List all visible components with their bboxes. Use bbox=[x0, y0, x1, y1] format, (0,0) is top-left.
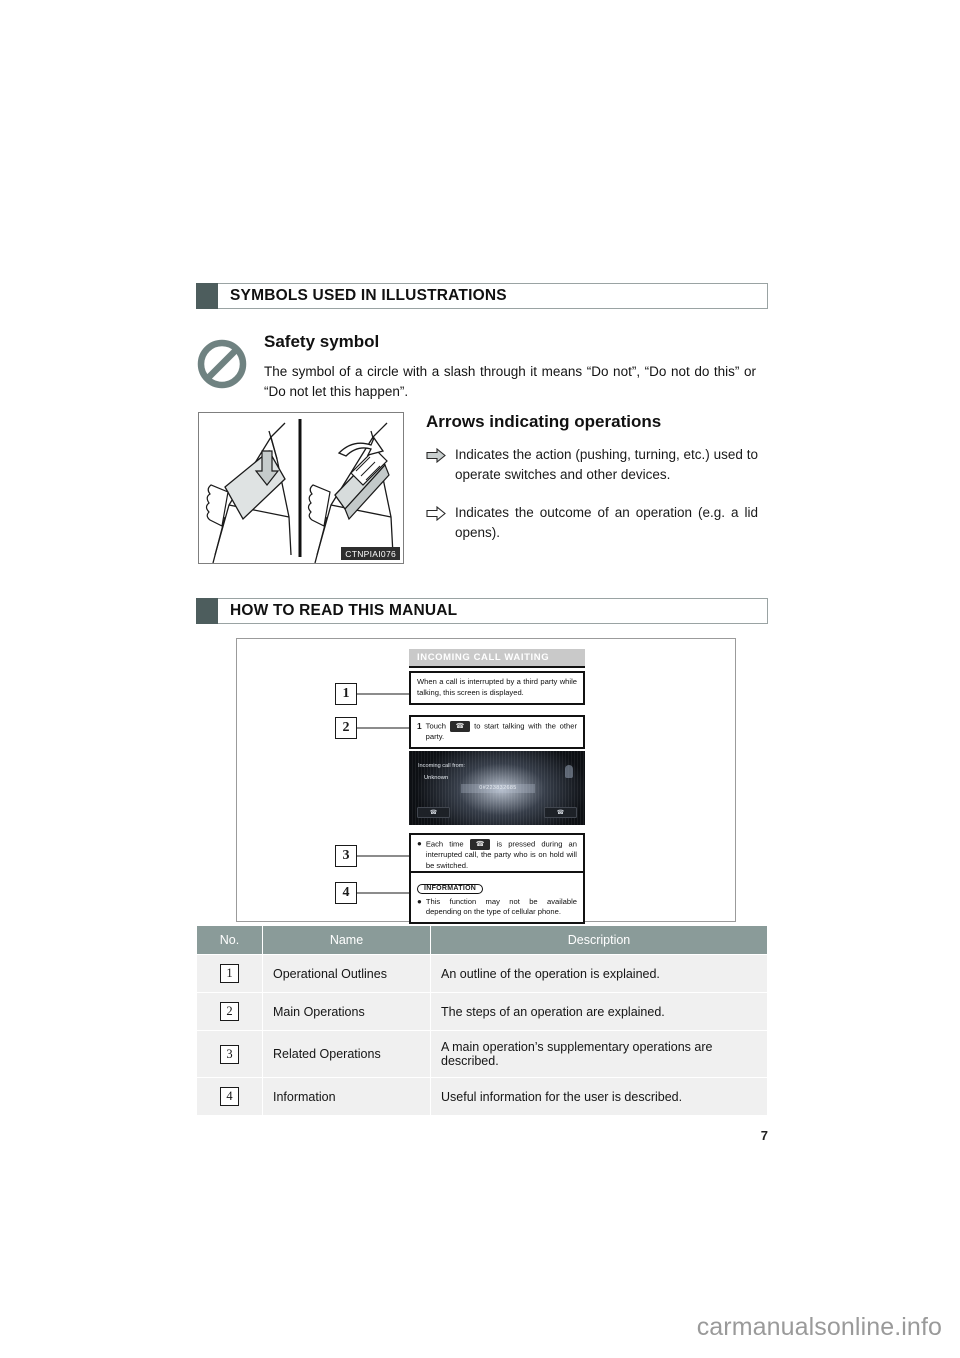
table-header-row: No. Name Description bbox=[196, 925, 768, 955]
diagram-screen-title: INCOMING CALL WAITING bbox=[409, 649, 585, 668]
row-name-cell: Operational Outlines bbox=[262, 954, 431, 993]
section-header-howto: HOW TO READ THIS MANUAL bbox=[196, 598, 768, 624]
section-tab-marker bbox=[196, 598, 218, 624]
arrow-action-text: Indicates the action (pushing, turning, … bbox=[455, 447, 758, 482]
page-number: 7 bbox=[760, 1128, 768, 1143]
row-no-cell: 2 bbox=[196, 992, 263, 1031]
incoming-call-label: Incoming call from: bbox=[418, 763, 465, 769]
row-description-cell: A main operation’s supplementary operati… bbox=[430, 1030, 768, 1078]
related-text-before: Each time bbox=[425, 839, 464, 849]
phone-answer-button-inline[interactable]: ☎ bbox=[449, 721, 471, 733]
table-row: 2 Main Operations The steps of an operat… bbox=[196, 992, 768, 1031]
row-no-cell: 3 bbox=[196, 1030, 263, 1078]
diagram-outline-panel: When a call is interrupted by a third pa… bbox=[409, 671, 585, 705]
information-text: This function may not be available depen… bbox=[425, 896, 577, 917]
row-description-cell: An outline of the operation is explained… bbox=[430, 954, 768, 993]
row-no-cell: 4 bbox=[196, 1077, 263, 1116]
watermark: carmanualsonline.info bbox=[696, 1313, 942, 1341]
no-entry-icon bbox=[196, 330, 250, 395]
table-row: 1 Operational Outlines An outline of the… bbox=[196, 954, 768, 993]
table-row: 3 Related Operations A main operation’s … bbox=[196, 1030, 768, 1078]
callout-marker-4: 4 bbox=[335, 882, 357, 904]
row-number-badge: 2 bbox=[220, 1002, 239, 1021]
callout-marker-3: 3 bbox=[335, 845, 357, 867]
incoming-call-screen: Incoming call from: Unknown 0#223832685 … bbox=[409, 751, 585, 825]
callout-line-4 bbox=[357, 892, 411, 894]
caller-avatar-icon bbox=[565, 765, 573, 778]
arrow-item-action: Indicates the action (pushing, turning, … bbox=[426, 445, 758, 485]
diagram-step-text-before: Touch bbox=[425, 721, 446, 731]
arrows-heading: Arrows indicating operations bbox=[426, 412, 662, 431]
row-name-cell: Related Operations bbox=[262, 1030, 431, 1078]
console-illustration: CTNPIAI076 bbox=[198, 412, 404, 564]
caller-number: 0#223832685 bbox=[461, 784, 535, 793]
callout-marker-2: 2 bbox=[335, 717, 357, 739]
phone-switch-button-inline[interactable]: ☎ bbox=[469, 839, 491, 851]
column-header-no: No. bbox=[196, 925, 263, 955]
callout-line-1 bbox=[357, 693, 411, 695]
caller-name: Unknown bbox=[424, 775, 449, 781]
callout-marker-1: 1 bbox=[335, 683, 357, 705]
information-bullet: ● bbox=[417, 896, 422, 906]
row-no-cell: 1 bbox=[196, 954, 263, 993]
column-header-description: Description bbox=[430, 925, 768, 955]
column-header-name: Name bbox=[262, 925, 431, 955]
answer-call-button[interactable]: ☎ bbox=[417, 807, 450, 818]
filled-right-arrow-icon bbox=[426, 445, 448, 485]
illustration-code: CTNPIAI076 bbox=[341, 547, 400, 560]
reject-call-button[interactable]: ☎ bbox=[544, 807, 577, 818]
callout-line-3 bbox=[357, 855, 411, 857]
manual-page: SYMBOLS USED IN ILLUSTRATIONS Safety sym… bbox=[0, 0, 960, 1358]
row-name-cell: Information bbox=[262, 1077, 431, 1116]
row-description-cell: Useful information for the user is descr… bbox=[430, 1077, 768, 1116]
diagram-step-number: 1 bbox=[417, 721, 422, 731]
table-row: 4 Information Useful information for the… bbox=[196, 1077, 768, 1116]
howto-legend-table: No. Name Description 1 Operational Outli… bbox=[196, 925, 768, 1116]
arrow-item-outcome: Indicates the outcome of an operation (e… bbox=[426, 503, 758, 543]
section-tab-marker bbox=[196, 283, 218, 309]
row-name-cell: Main Operations bbox=[262, 992, 431, 1031]
row-number-badge: 3 bbox=[220, 1044, 239, 1064]
safety-heading: Safety symbol bbox=[264, 332, 380, 351]
diagram-outline-text: When a call is interrupted by a third pa… bbox=[417, 677, 577, 697]
row-number-badge: 1 bbox=[220, 964, 239, 983]
diagram-step-text-after: to start talking with the other party. bbox=[425, 721, 577, 742]
arrows-block: CTNPIAI076 Arrows indicating operations … bbox=[198, 412, 758, 564]
outline-right-arrow-icon bbox=[426, 503, 448, 543]
section-header-symbols: SYMBOLS USED IN ILLUSTRATIONS bbox=[196, 283, 768, 309]
diagram-step-panel: 1 Touch ☎ to start talking with the othe… bbox=[409, 715, 585, 750]
section-title-howto: HOW TO READ THIS MANUAL bbox=[218, 598, 768, 624]
howto-diagram: INCOMING CALL WAITING 1 When a call is i… bbox=[236, 638, 736, 925]
row-description-cell: The steps of an operation are explained. bbox=[430, 992, 768, 1031]
information-tag: INFORMATION bbox=[417, 883, 484, 894]
row-number-badge: 4 bbox=[220, 1087, 239, 1106]
related-bullet: ● bbox=[417, 839, 422, 848]
callout-line-2 bbox=[357, 727, 411, 729]
safety-body: The symbol of a circle with a slash thro… bbox=[264, 364, 756, 399]
safety-symbol-block: Safety symbol The symbol of a circle wit… bbox=[196, 330, 756, 401]
diagram-information-panel: INFORMATION ● This function may not be a… bbox=[409, 871, 585, 925]
arrow-outcome-text: Indicates the outcome of an operation (e… bbox=[455, 504, 758, 540]
section-title-symbols: SYMBOLS USED IN ILLUSTRATIONS bbox=[218, 283, 768, 309]
